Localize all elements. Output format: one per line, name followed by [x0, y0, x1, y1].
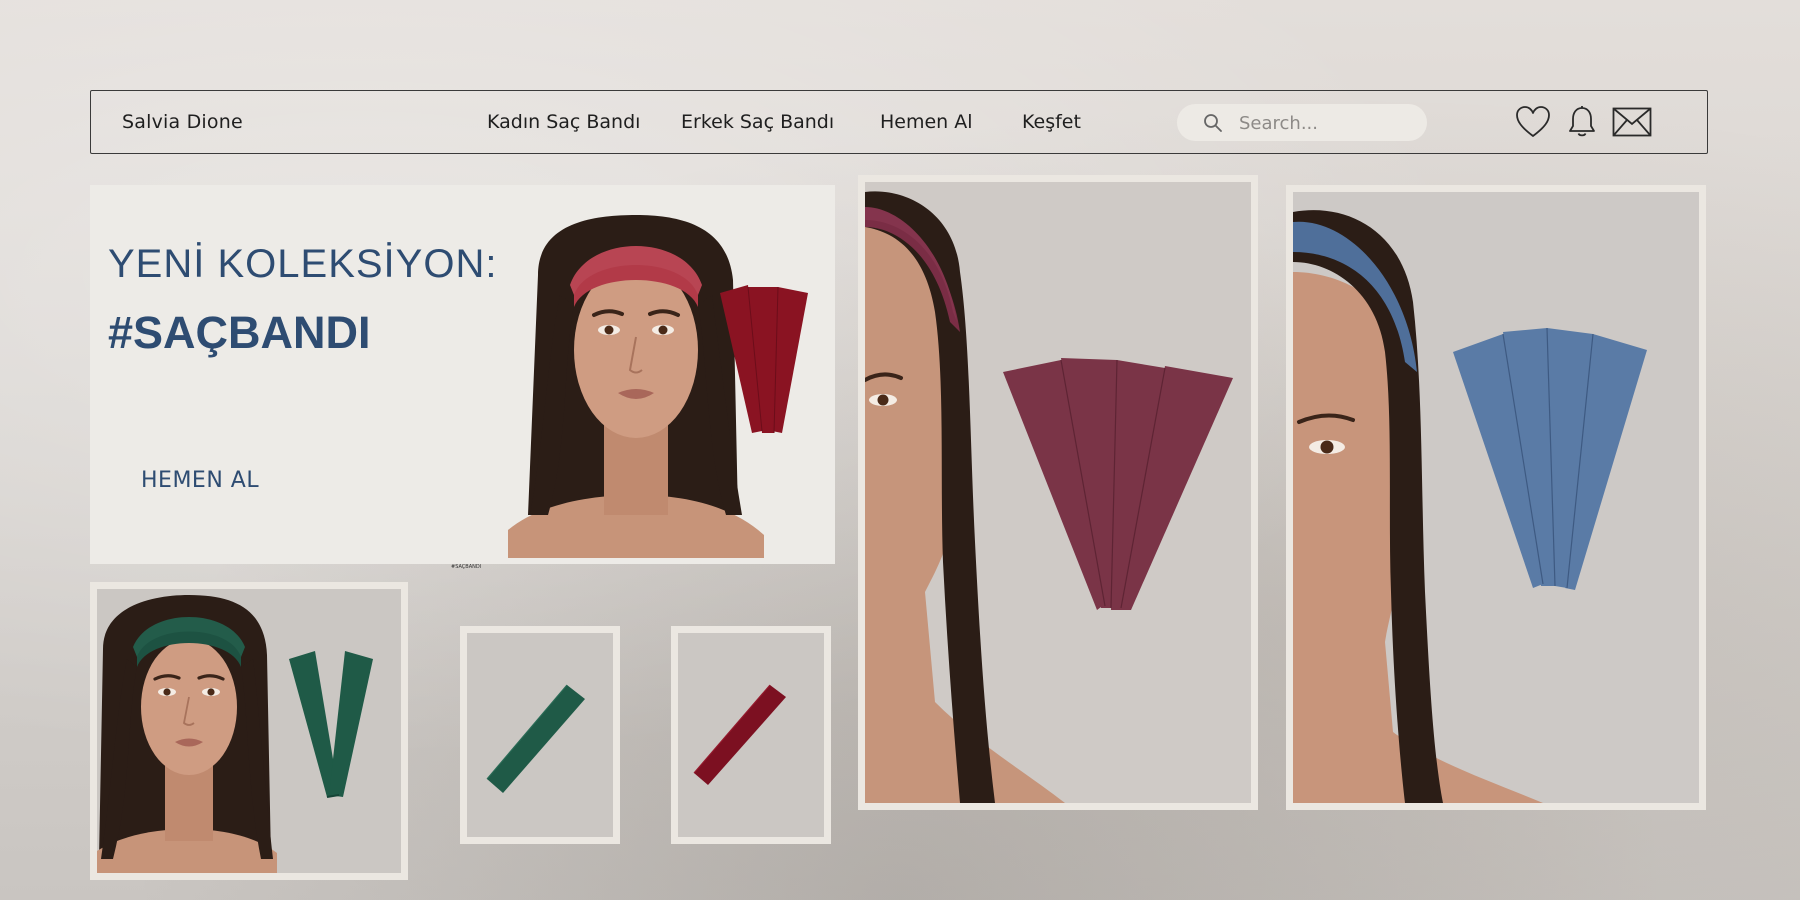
- search-icon: [1204, 114, 1222, 132]
- nav-link-shop-now[interactable]: Hemen Al: [880, 111, 973, 133]
- hero-headband-product: [720, 285, 808, 434]
- product-card-burgundy-strip[interactable]: [671, 626, 831, 844]
- brand-logo[interactable]: Salvia Dione: [122, 111, 243, 133]
- mail-icon[interactable]: [1612, 107, 1652, 137]
- hero-title: YENİ KOLEKSİYON:: [108, 242, 498, 286]
- product-card-forest-green[interactable]: [90, 582, 408, 880]
- hero-hashtag: #SAÇBANDI: [108, 307, 371, 358]
- hero-caption: #SAÇBANDI: [451, 564, 482, 570]
- top-nav-bar: Salvia Dione Kadın Saç Bandı Erkek Saç B…: [90, 90, 1708, 154]
- nav-link-mens-headband[interactable]: Erkek Saç Bandı: [681, 111, 834, 133]
- product-card-denim-blue[interactable]: [1286, 185, 1706, 810]
- product-card-plum[interactable]: [858, 175, 1258, 810]
- shop-now-button[interactable]: HEMEN AL: [141, 468, 259, 493]
- product-card-green-strip[interactable]: [460, 626, 620, 844]
- nav-link-womens-headband[interactable]: Kadın Saç Bandı: [487, 111, 640, 133]
- bell-icon[interactable]: [1567, 105, 1597, 139]
- hero-banner: YENİ KOLEKSİYON: #SAÇBANDI HEMEN AL: [90, 185, 835, 564]
- search-input[interactable]: [1237, 109, 1421, 138]
- heart-icon[interactable]: [1515, 105, 1551, 139]
- search-bar[interactable]: [1177, 104, 1427, 141]
- nav-link-explore[interactable]: Keşfet: [1022, 111, 1081, 133]
